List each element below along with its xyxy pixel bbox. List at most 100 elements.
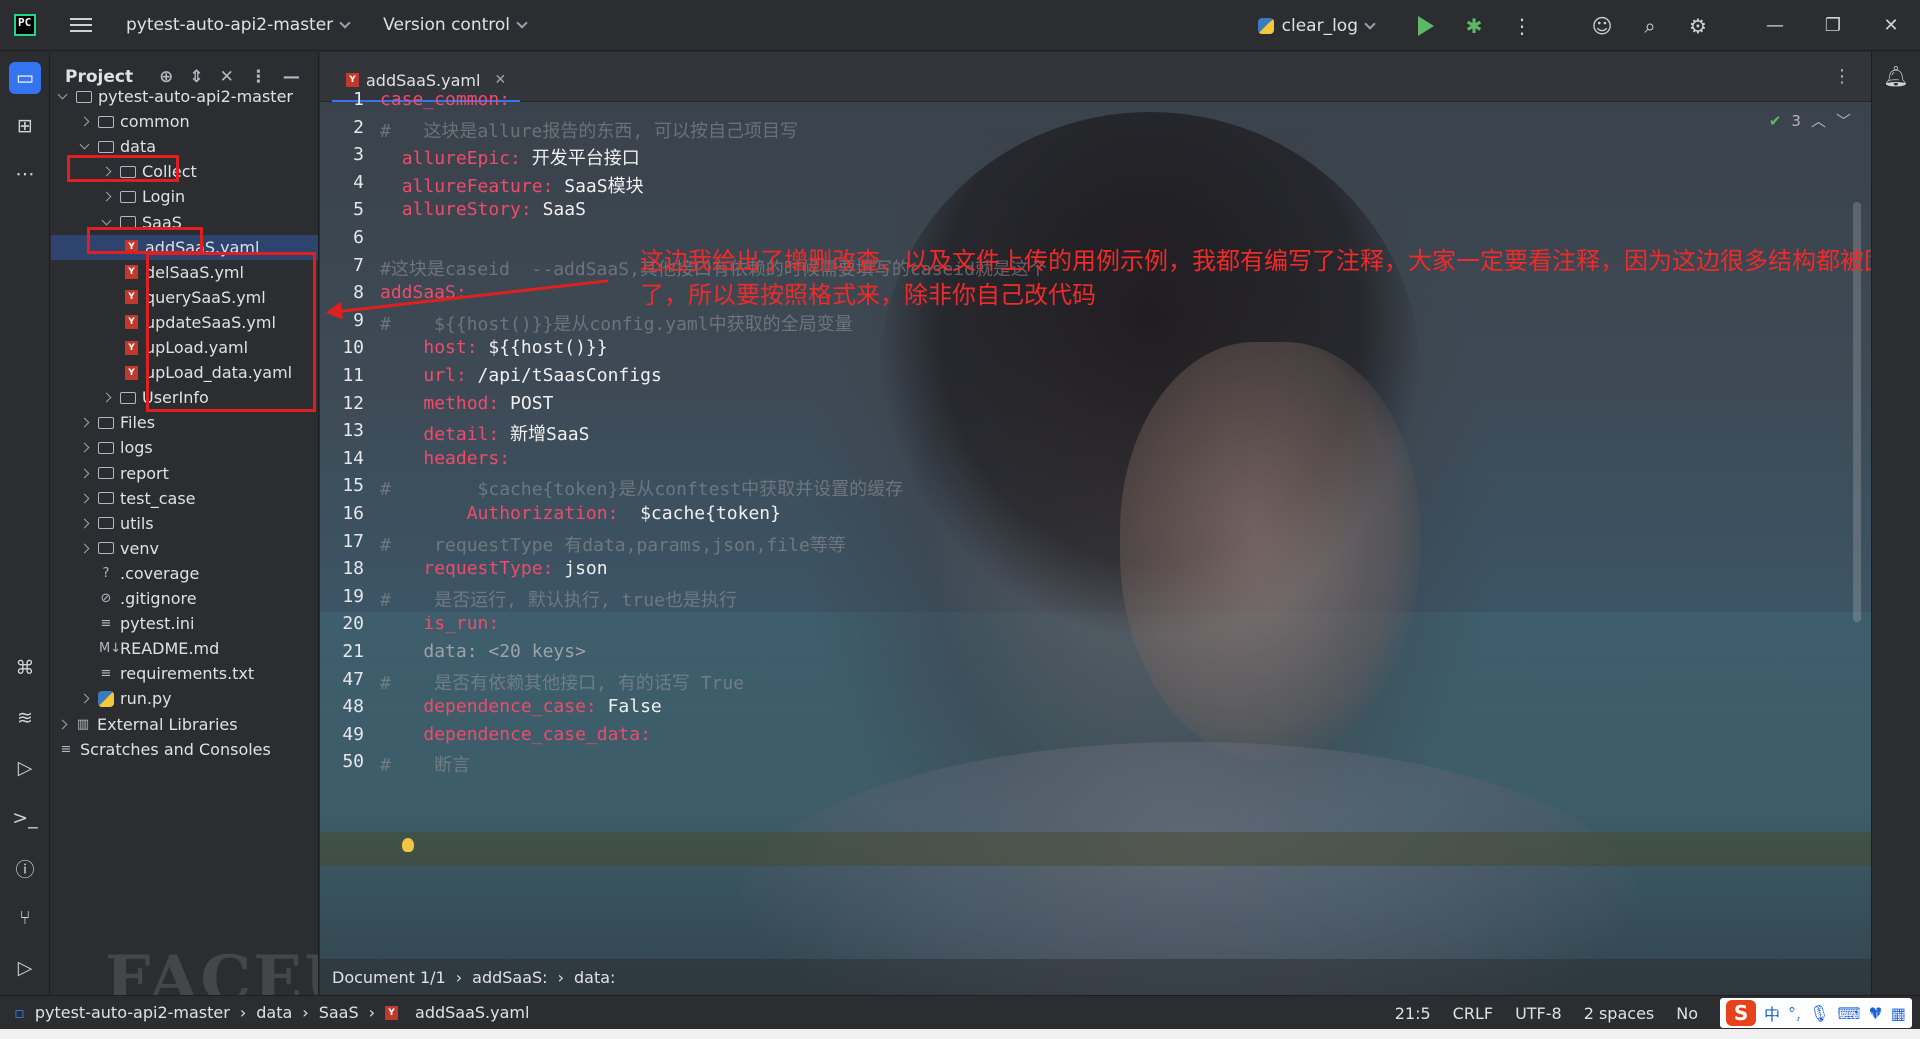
chevron-right-icon[interactable] <box>79 693 90 704</box>
chevron-right-icon[interactable] <box>57 719 68 729</box>
tree-item-scratches-and-consoles[interactable]: ≡ Scratches and Consoles <box>51 737 318 762</box>
code-line[interactable]: allureStory: SaaS <box>380 199 586 220</box>
yaml-key: allureStory: <box>401 199 532 221</box>
status-extra[interactable]: No <box>1676 1004 1698 1023</box>
code-line[interactable]: headers: <box>380 448 510 469</box>
breadcrumb-addsaas[interactable]: addSaaS: <box>472 968 547 987</box>
run-tool-button[interactable]: ▷ <box>9 952 41 984</box>
tree-item-login[interactable]: Login <box>51 184 318 209</box>
caret-position[interactable]: 21:5 <box>1395 1004 1431 1023</box>
tree-item-test-case[interactable]: test_case <box>51 486 318 511</box>
code-line[interactable]: allureFeature: SaaS模块 <box>380 172 644 198</box>
chevron-right-icon[interactable] <box>101 392 112 403</box>
line-number: 50 <box>342 751 364 773</box>
notifications-button[interactable]: 🔔︎ <box>1876 56 1916 96</box>
tree-item-report[interactable]: report <box>51 461 318 486</box>
file-encoding[interactable]: UTF-8 <box>1515 1004 1562 1023</box>
tree-item-common[interactable]: common <box>51 109 318 134</box>
previous-issue-icon[interactable]: ︿ <box>1811 110 1826 131</box>
restore-button[interactable]: ❐ <box>1804 15 1862 36</box>
code-line[interactable]: # 断言 <box>380 751 470 777</box>
inspection-widget[interactable]: ✔ 3 ︿ ﹀ <box>1769 110 1851 131</box>
code-line[interactable]: # $cache{token}是从conftest中获取并设置的缓存 <box>380 475 903 501</box>
chevron-down-icon[interactable] <box>101 215 112 225</box>
chevron-right-icon[interactable] <box>79 442 90 453</box>
run-config-selector[interactable]: clear_log <box>1257 16 1376 36</box>
chevron-right-icon[interactable] <box>79 116 90 127</box>
status-path-data[interactable]: data <box>256 1003 292 1022</box>
code-line[interactable]: detail: 新增SaaS <box>380 420 589 446</box>
more-actions-button[interactable]: ⋮ <box>1502 6 1542 46</box>
code-line[interactable]: # ${{host()}}是从config.yaml中获取的全局变量 <box>380 310 853 336</box>
next-issue-icon[interactable]: ﹀ <box>1836 110 1851 131</box>
code-line[interactable]: url: /api/tSaasConfigs <box>380 365 661 386</box>
main-menu-icon[interactable] <box>70 18 92 32</box>
more-tools-button[interactable]: ⋯ <box>9 158 41 190</box>
code-line[interactable]: is_run: <box>380 613 499 634</box>
code-line[interactable]: host: ${{host()}} <box>380 337 607 358</box>
indent-setting[interactable]: 2 spaces <box>1584 1004 1655 1023</box>
code-line[interactable]: requestType: json <box>380 558 607 579</box>
close-tab-icon[interactable]: ✕ <box>494 72 506 88</box>
structure-tool-button[interactable]: ⊞ <box>9 110 41 142</box>
close-button[interactable]: ✕ <box>1862 15 1920 36</box>
services-button[interactable]: ▷ <box>9 752 41 784</box>
code-line[interactable]: # requestType 有data,params,json,file等等 <box>380 531 846 557</box>
tree-item-logs[interactable]: logs <box>51 435 318 460</box>
add-user-button[interactable]: ☺ <box>1582 6 1622 46</box>
line-separator[interactable]: CRLF <box>1453 1004 1493 1023</box>
code-line[interactable]: dependence_case: False <box>380 696 661 717</box>
code-line[interactable]: # 是否运行, 默认执行, true也是执行 <box>380 586 737 612</box>
tree-item-requirements-txt[interactable]: ≡ requirements.txt <box>51 661 318 686</box>
chevron-right-icon[interactable] <box>79 518 90 529</box>
status-path-file[interactable]: addSaaS.yaml <box>415 1003 529 1022</box>
tree-item-venv[interactable]: venv <box>51 536 318 561</box>
status-path-saas[interactable]: SaaS <box>319 1003 359 1022</box>
editor-area[interactable]: Y addSaaS.yaml ✕ ⋮ ✔ 3 ︿ ﹀ 1 case_common:… <box>320 52 1871 995</box>
debug-button[interactable]: ✱ <box>1454 6 1494 46</box>
chevron-right-icon[interactable] <box>79 493 90 504</box>
code-line[interactable]: case_common: <box>380 89 510 110</box>
code-line[interactable]: allureEpic: 开发平台接口 <box>380 144 640 170</box>
status-path-project[interactable]: pytest-auto-api2-master <box>35 1003 230 1022</box>
chevron-down-icon[interactable] <box>79 139 90 150</box>
code-line[interactable]: Authorization: $cache{token} <box>380 503 781 524</box>
settings-button[interactable]: ⚙ <box>1678 6 1718 46</box>
breadcrumb-document[interactable]: Document 1/1 <box>332 968 446 987</box>
chevron-right-icon[interactable] <box>79 543 90 554</box>
code-line[interactable]: dependence_case_data: <box>380 724 651 745</box>
tree-item-run-py[interactable]: run.py <box>51 686 318 711</box>
code-line[interactable]: data: <20 keys> <box>380 641 586 662</box>
git-button[interactable]: ⑂ <box>9 902 41 934</box>
code-line[interactable]: # 是否有依赖其他接口, 有的话写 True <box>380 669 744 695</box>
chevron-right-icon[interactable] <box>79 417 90 428</box>
minimize-button[interactable]: — <box>1746 15 1804 36</box>
tree-item-pytest-ini[interactable]: ≡ pytest.ini <box>51 611 318 636</box>
search-button[interactable]: ⌕ <box>1630 6 1670 46</box>
tree-item-files[interactable]: Files <box>51 410 318 435</box>
tree-item-coverage[interactable]: ? .coverage <box>51 561 318 586</box>
problems-button[interactable]: ⓘ <box>9 852 41 884</box>
vcs-menu[interactable]: Version control <box>383 15 528 35</box>
code-line[interactable]: # 这块是allure报告的东西, 可以按自己项目写 <box>380 117 798 143</box>
tree-item-external-libraries[interactable]: ▥ External Libraries <box>51 712 318 737</box>
project-switcher[interactable]: pytest-auto-api2-master <box>126 15 351 35</box>
code-line[interactable]: method: POST <box>380 393 553 414</box>
tree-item-gitignore[interactable]: ⊘ .gitignore <box>51 586 318 611</box>
project-tool-button[interactable]: ▭ <box>9 62 41 94</box>
tree-item-pytest-auto-api2-master[interactable]: pytest-auto-api2-master <box>51 84 318 109</box>
chevron-right-icon[interactable] <box>79 468 90 478</box>
tree-item-readme-md[interactable]: M↓ README.md <box>51 636 318 661</box>
layers-button[interactable]: ≋ <box>9 702 41 734</box>
chevron-right-icon[interactable] <box>101 191 112 202</box>
tab-actions-icon[interactable]: ⋮ <box>1833 66 1851 87</box>
folded-region[interactable]: data: <20 keys> <box>423 641 586 662</box>
breadcrumb-data[interactable]: data: <box>574 968 615 987</box>
python-packages-button[interactable]: ⌘ <box>9 652 41 684</box>
code-comment: # 是否运行, 默认执行, true也是执行 <box>380 589 737 611</box>
tree-item-utils[interactable]: utils <box>51 511 318 536</box>
run-button[interactable] <box>1406 6 1446 46</box>
chevron-down-icon[interactable] <box>57 89 68 100</box>
lightbulb-icon[interactable] <box>402 838 414 852</box>
terminal-button[interactable]: >_ <box>9 802 41 834</box>
